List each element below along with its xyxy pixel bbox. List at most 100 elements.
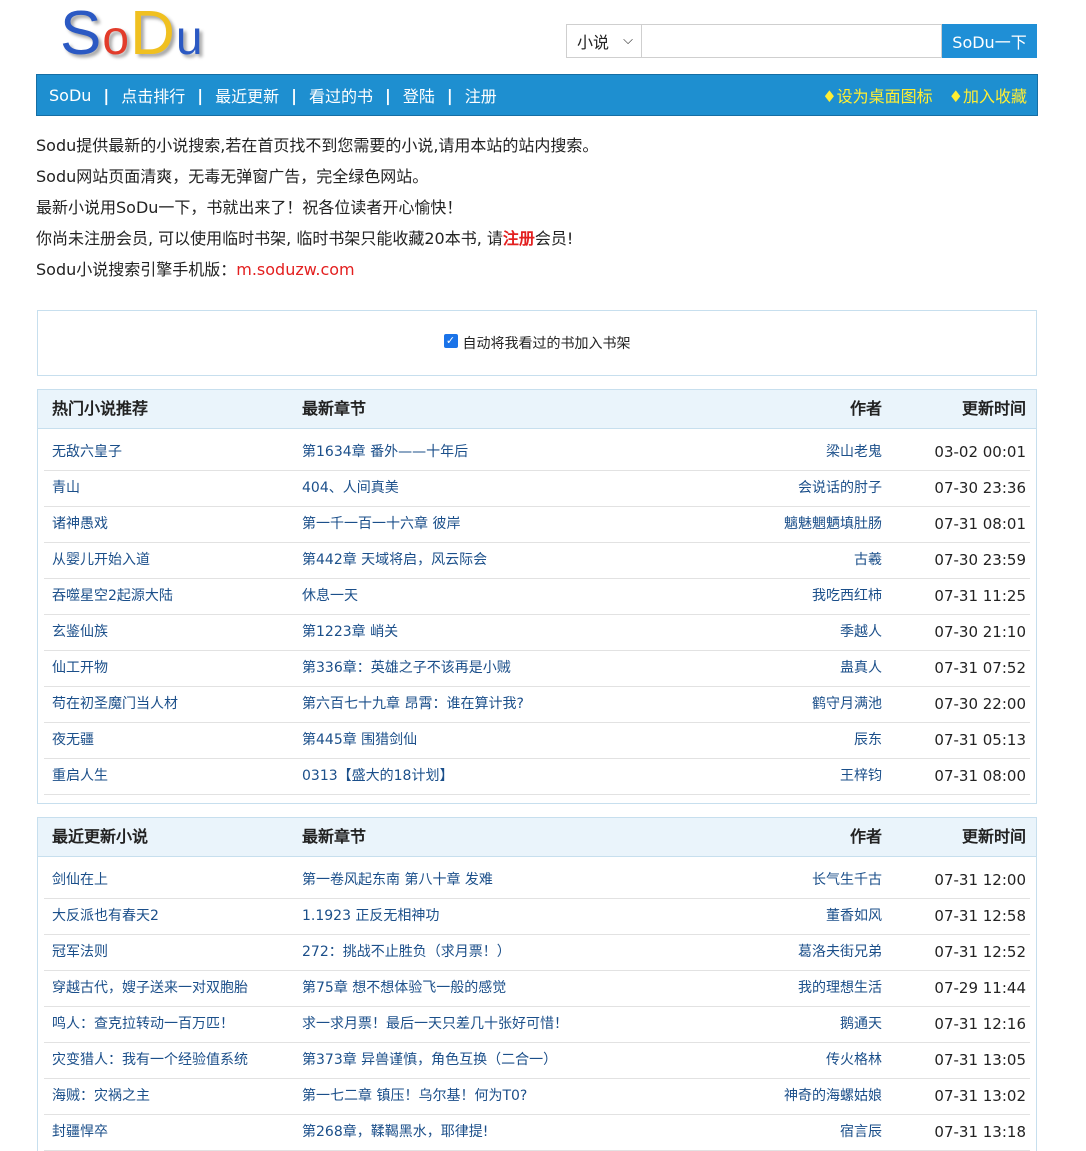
novel-title-link[interactable]: 冠军法则: [52, 935, 108, 970]
novel-title-link[interactable]: 吞噬星空2起源大陆: [52, 579, 173, 614]
search-category-select[interactable]: 小说 ⌵: [566, 24, 642, 58]
novel-title-link[interactable]: 夜无疆: [52, 723, 94, 758]
novel-title-link[interactable]: 封疆悍卒: [52, 1115, 108, 1150]
novel-title-link[interactable]: 诸神愚戏: [52, 507, 108, 542]
latest-chapter-link[interactable]: 第一七二章 镇压！乌尔基！何为T0?: [302, 1079, 527, 1114]
latest-chapter-link[interactable]: 第442章 天域将启，风云际会: [302, 543, 487, 578]
author-link[interactable]: 辰东: [854, 723, 882, 758]
author-link[interactable]: 董香如风: [826, 899, 882, 934]
search-category-value: 小说: [577, 33, 610, 52]
update-time: 03-02 00:01: [934, 443, 1026, 461]
update-time: 07-31 12:16: [934, 1015, 1026, 1033]
update-time: 07-30 21:10: [934, 623, 1026, 641]
latest-chapter-link[interactable]: 第373章 异兽谨慎，角色互换（二合一）: [302, 1043, 557, 1078]
nav-item-history[interactable]: 看过的书: [309, 83, 373, 107]
author-link[interactable]: 传火格林: [826, 1043, 882, 1078]
latest-chapter-link[interactable]: 第六百七十九章 昂霄：谁在算计我?: [302, 687, 524, 722]
auto-add-label[interactable]: 自动将我看过的书加入书架: [463, 333, 631, 353]
update-time: 07-31 13:02: [934, 1087, 1026, 1105]
latest-chapter-link[interactable]: 第445章 围猎剑仙: [302, 723, 417, 758]
author-link[interactable]: 我的理想生活: [798, 971, 882, 1006]
novel-title-link[interactable]: 玄鉴仙族: [52, 615, 108, 650]
nav-links: SoDu | 点击排行 | 最近更新 | 看过的书 | 登陆 | 注册: [37, 83, 497, 107]
table-row: 吞噬星空2起源大陆 休息一天 我吃西红柿 07-31 11:25: [44, 579, 1030, 615]
update-time: 07-29 11:44: [934, 979, 1026, 997]
novel-title-link[interactable]: 剑仙在上: [52, 863, 108, 898]
author-link[interactable]: 鹤守月满池: [812, 687, 882, 722]
latest-chapter-link[interactable]: 第75章 想不想体验飞一般的感觉: [302, 971, 506, 1006]
update-time: 07-31 12:58: [934, 907, 1026, 925]
author-link[interactable]: 宿言辰: [840, 1115, 882, 1150]
author-link[interactable]: 古羲: [854, 543, 882, 578]
novel-title-link[interactable]: 青山: [52, 471, 80, 506]
table-row: 夜无疆 第445章 围猎剑仙 辰东 07-31 05:13: [44, 723, 1030, 759]
novel-title-link[interactable]: 重启人生: [52, 759, 108, 794]
latest-chapter-link[interactable]: 第1223章 峭关: [302, 615, 398, 650]
novel-title-link[interactable]: 海贼：灾祸之主: [52, 1079, 150, 1114]
nav-separator: |: [197, 85, 204, 105]
nav-item-register[interactable]: 注册: [465, 83, 497, 107]
intro-line: 你尚未注册会员, 可以使用临时书架, 临时书架只能收藏20本书, 请注册会员!: [36, 223, 598, 254]
author-link[interactable]: 蛊真人: [840, 651, 882, 686]
novel-title-link[interactable]: 无敌六皇子: [52, 435, 122, 470]
author-link[interactable]: 王梓钧: [840, 759, 882, 794]
mobile-site-link[interactable]: m.soduzw.com: [236, 260, 354, 279]
search-button[interactable]: SoDu一下: [942, 24, 1037, 58]
novel-title-link[interactable]: 苟在初圣魔门当人材: [52, 687, 178, 722]
update-time: 07-31 12:52: [934, 943, 1026, 961]
author-link[interactable]: 梁山老鬼: [826, 435, 882, 470]
novel-title-link[interactable]: 大反派也有春天2: [52, 899, 159, 934]
author-link[interactable]: 鹅通天: [840, 1007, 882, 1042]
latest-chapter-link[interactable]: 404、人间真美: [302, 471, 399, 506]
update-time: 07-31 11:25: [934, 587, 1026, 605]
nav-item-home[interactable]: SoDu: [49, 86, 91, 105]
latest-chapter-link[interactable]: 第一卷风起东南 第八十章 发难: [302, 863, 493, 898]
latest-chapter-link[interactable]: 求一求月票！最后一天只差几十张好可惜！: [302, 1007, 568, 1042]
latest-chapter-link[interactable]: 休息一天: [302, 579, 358, 614]
novel-title-link[interactable]: 灾变猎人：我有一个经验值系统: [52, 1043, 248, 1078]
update-time: 07-31 08:01: [934, 515, 1026, 533]
table-row: 冠军法则 272：挑战不止胜负（求月票！） 葛洛夫街兄弟 07-31 12:52: [44, 935, 1030, 971]
latest-chapter-link[interactable]: 1.1923 正反无相神功: [302, 899, 439, 934]
sodu-logo[interactable]: SoDu: [60, 3, 290, 66]
novel-title-link[interactable]: 鸣人：查克拉转动一百万匹！: [52, 1007, 234, 1042]
novel-title-link[interactable]: 仙工开物: [52, 651, 108, 686]
auto-add-checkbox[interactable]: ✓: [443, 333, 458, 348]
set-desktop-icon-link[interactable]: ♦设为桌面图标: [822, 83, 932, 107]
table-row: 无敌六皇子 第1634章 番外——十年后 梁山老鬼 03-02 00:01: [44, 435, 1030, 471]
table-row: 青山 404、人间真美 会说话的肘子 07-30 23:36: [44, 471, 1030, 507]
intro-text: Sodu提供最新的小说搜索,若在首页找不到您需要的小说,请用本站的站内搜索。 S…: [36, 130, 598, 285]
mobile-label: Sodu小说搜索引擎手机版：: [36, 260, 237, 279]
logo-letter-s: S: [60, 0, 103, 68]
nav-separator: |: [291, 85, 297, 105]
table-row: 重启人生 0313【盛大的18计划】 王梓钧 07-31 08:00: [44, 759, 1030, 795]
nav-item-login[interactable]: 登陆: [403, 83, 435, 107]
latest-chapter-link[interactable]: 272：挑战不止胜负（求月票！）: [302, 935, 511, 970]
hot-novels-table: 热门小说推荐 最新章节 作者 更新时间 无敌六皇子 第1634章 番外——十年后 梁…: [37, 389, 1037, 804]
add-favorite-link[interactable]: ♦加入收藏: [949, 83, 1027, 107]
nav-item-recent[interactable]: 最近更新: [215, 83, 279, 107]
table-row: 剑仙在上 第一卷风起东南 第八十章 发难 长气生千古 07-31 12:00: [44, 863, 1030, 899]
author-link[interactable]: 我吃西红柿: [812, 579, 882, 614]
latest-chapter-link[interactable]: 第268章，鞣鞨黑水，耶律提!: [302, 1115, 488, 1150]
author-link[interactable]: 长气生千古: [812, 863, 882, 898]
latest-chapter-link[interactable]: 0313【盛大的18计划】: [302, 759, 453, 794]
author-link[interactable]: 魑魅魍魉填肚肠: [784, 507, 882, 542]
latest-chapter-link[interactable]: 第一千一百一十六章 彼岸: [302, 507, 460, 542]
chevron-down-icon: ⌵: [623, 33, 633, 48]
table-header: 热门小说推荐 最新章节 作者 更新时间: [38, 390, 1036, 429]
author-link[interactable]: 葛洛夫街兄弟: [798, 935, 882, 970]
author-link[interactable]: 会说话的肘子: [798, 471, 882, 506]
author-link[interactable]: 神奇的海螺姑娘: [784, 1079, 882, 1114]
latest-chapter-link[interactable]: 第336章：英雄之子不该再是小贼: [302, 651, 511, 686]
nav-item-ranking[interactable]: 点击排行: [121, 83, 185, 107]
register-link[interactable]: 注册: [503, 229, 535, 248]
update-time: 07-30 23:36: [934, 479, 1026, 497]
latest-chapter-link[interactable]: 第1634章 番外——十年后: [302, 435, 468, 470]
search-input[interactable]: [642, 24, 942, 58]
novel-title-link[interactable]: 从婴儿开始入道: [52, 543, 150, 578]
novel-title-link[interactable]: 穿越古代，嫂子送来一对双胞胎: [52, 971, 248, 1006]
author-link[interactable]: 季越人: [840, 615, 882, 650]
logo-letter-d: D: [130, 0, 176, 68]
table-header: 最近更新小说 最新章节 作者 更新时间: [38, 818, 1036, 857]
